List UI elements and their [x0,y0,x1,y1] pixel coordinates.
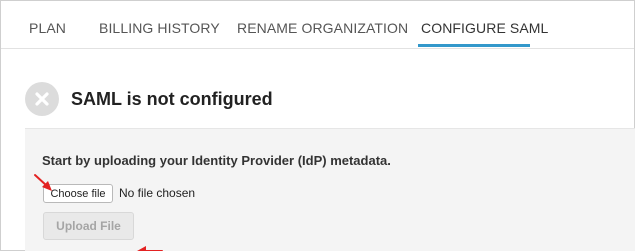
annotation-arrow-upload-file [137,246,163,251]
metadata-upload-panel: Start by uploading your Identity Provide… [25,128,635,251]
tab-bar: PLAN BILLING HISTORY RENAME ORGANIZATION… [1,1,634,49]
active-tab-indicator [418,44,530,47]
file-chosen-status: No file chosen [119,186,196,200]
upload-file-button[interactable]: Upload File [43,212,134,240]
tab-billing-history[interactable]: BILLING HISTORY [99,20,220,36]
saml-status-header: SAML is not configured [25,81,273,117]
saml-settings-page: PLAN BILLING HISTORY RENAME ORGANIZATION… [0,0,635,251]
tab-configure-saml[interactable]: CONFIGURE SAML [421,20,548,36]
tab-plan[interactable]: PLAN [29,20,66,36]
upload-instruction: Start by uploading your Identity Provide… [42,153,391,168]
tab-rename-organization[interactable]: RENAME ORGANIZATION [237,20,408,36]
saml-status-title: SAML is not configured [71,88,273,109]
x-circle-icon [25,82,59,116]
annotation-arrow-choose-file [34,174,52,191]
